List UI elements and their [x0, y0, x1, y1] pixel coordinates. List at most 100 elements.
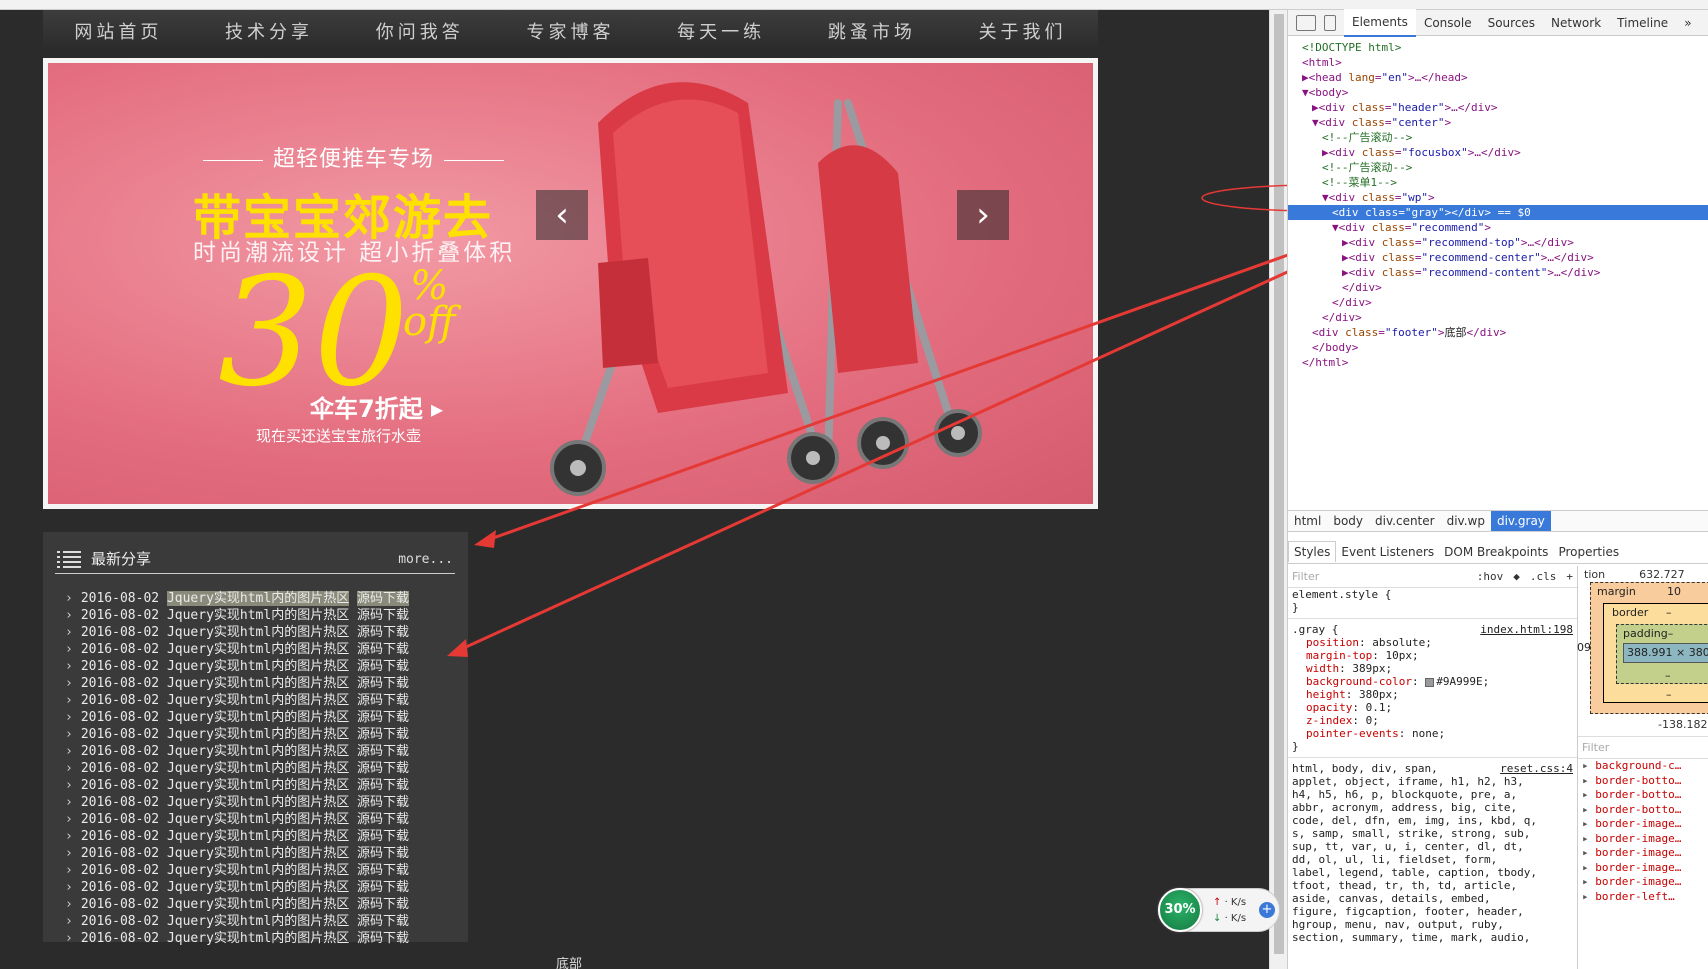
dom-node[interactable]: <div class="footer">底部</div>	[1288, 325, 1708, 340]
dom-node[interactable]: ▼<div class="wp">	[1288, 190, 1708, 205]
dom-node[interactable]: ▶<div class="recommend-center">…</div>	[1288, 250, 1708, 265]
css-prop-value[interactable]: #9A999E;	[1436, 675, 1489, 688]
css-prop-value[interactable]: 0.1;	[1366, 701, 1393, 714]
gray-rule-source-link[interactable]: index.html:198	[1480, 623, 1573, 636]
css-property[interactable]: width: 389px;	[1288, 662, 1577, 675]
css-property[interactable]: height: 380px;	[1288, 688, 1577, 701]
styles-subtab[interactable]: Properties	[1553, 542, 1624, 562]
css-property[interactable]: background-color: #9A999E;	[1288, 675, 1577, 688]
css-property[interactable]: position: absolute;	[1288, 636, 1577, 649]
item-download-link[interactable]: 源码下载	[357, 710, 409, 725]
dom-node[interactable]: <!--广告滚动-->	[1288, 160, 1708, 175]
nav-item[interactable]: 关于我们	[979, 18, 1067, 44]
item-title-link[interactable]: Jquery实现html内的图片热区	[167, 846, 349, 861]
styles-subtab[interactable]: Event Listeners	[1336, 542, 1439, 562]
css-prop-value[interactable]: 389px;	[1352, 662, 1392, 675]
styles-filter-option[interactable]: ◆	[1513, 570, 1520, 583]
css-property[interactable]: z-index: 0;	[1288, 714, 1577, 727]
item-download-link[interactable]: 源码下载	[357, 914, 409, 929]
breadcrumb-item[interactable]: div.center	[1369, 514, 1441, 528]
item-download-link[interactable]: 源码下载	[357, 591, 410, 606]
nav-item[interactable]: 技术分享	[225, 18, 313, 44]
dom-node[interactable]: </div>	[1288, 310, 1708, 325]
devtools-tab[interactable]: Console	[1416, 10, 1480, 36]
item-download-link[interactable]: 源码下载	[357, 625, 409, 640]
nav-item[interactable]: 专家博客	[526, 18, 614, 44]
item-title-link[interactable]: Jquery实现html内的图片热区	[167, 727, 349, 742]
breadcrumb-item[interactable]: html	[1288, 514, 1327, 528]
device-mode-icon[interactable]	[1324, 14, 1336, 31]
dom-node[interactable]: <!--菜单1-->	[1288, 175, 1708, 190]
item-title-link[interactable]: Jquery实现html内的图片热区	[167, 795, 349, 810]
dom-node[interactable]: ▶<div class="focusbox">…</div>	[1288, 145, 1708, 160]
styles-filter-option[interactable]: .cls	[1530, 570, 1557, 583]
item-title-link[interactable]: Jquery实现html内的图片热区	[167, 761, 349, 776]
item-download-link[interactable]: 源码下载	[357, 880, 409, 895]
item-download-link[interactable]: 源码下载	[357, 829, 409, 844]
dom-node-selected[interactable]: <div class="gray"></div> == $0	[1288, 205, 1708, 220]
plus-icon[interactable]: +	[1259, 902, 1275, 918]
item-title-link[interactable]: Jquery实现html内的图片热区	[167, 778, 349, 793]
item-title-link[interactable]: Jquery实现html内的图片热区	[167, 744, 349, 759]
computed-property[interactable]: border-image…	[1578, 861, 1708, 876]
breadcrumb-item[interactable]: div.gray	[1490, 511, 1551, 531]
dom-node[interactable]: ▼<body>	[1288, 85, 1708, 100]
styles-filter-input[interactable]: Filter	[1292, 570, 1467, 583]
item-download-link[interactable]: 源码下载	[357, 863, 409, 878]
item-download-link[interactable]: 源码下载	[357, 693, 409, 708]
devtools-tab[interactable]: Sources	[1480, 10, 1543, 36]
computed-property[interactable]: border-botto…	[1578, 788, 1708, 803]
dom-node[interactable]: </div>	[1288, 280, 1708, 295]
css-prop-value[interactable]: 10px;	[1385, 649, 1418, 662]
breadcrumb-item[interactable]: div.wp	[1441, 514, 1491, 528]
scrollbar-thumb[interactable]	[1274, 14, 1284, 954]
network-speed-widget[interactable]: 30% · K/s · K/s +	[1158, 888, 1280, 932]
reset-source-link[interactable]: reset.css:4	[1500, 762, 1573, 775]
computed-property[interactable]: background-c…	[1578, 759, 1708, 774]
dom-node[interactable]: <!DOCTYPE html>	[1288, 40, 1708, 55]
item-title-link[interactable]: Jquery实现html内的图片热区	[166, 591, 350, 606]
dom-node[interactable]: ▼<div class="center">	[1288, 115, 1708, 130]
nav-item[interactable]: 跳蚤市场	[828, 18, 916, 44]
breadcrumb-item[interactable]: body	[1327, 514, 1369, 528]
item-download-link[interactable]: 源码下载	[357, 744, 409, 759]
border-value[interactable]: –	[1666, 606, 1672, 619]
item-title-link[interactable]: Jquery实现html内的图片热区	[167, 914, 349, 929]
styles-filter-option[interactable]: :hov	[1477, 570, 1504, 583]
computed-filter-input[interactable]: Filter	[1578, 737, 1708, 759]
item-title-link[interactable]: Jquery实现html内的图片热区	[167, 710, 349, 725]
item-title-link[interactable]: Jquery实现html内的图片热区	[167, 897, 349, 912]
border-bottom-value[interactable]: –	[1666, 688, 1672, 701]
item-download-link[interactable]: 源码下载	[357, 931, 409, 946]
item-download-link[interactable]: 源码下载	[357, 812, 409, 827]
item-title-link[interactable]: Jquery实现html内的图片热区	[167, 931, 349, 946]
computed-property[interactable]: border-image…	[1578, 875, 1708, 890]
css-prop-value[interactable]: absolute;	[1372, 636, 1432, 649]
devtools-tab[interactable]: Elements	[1344, 8, 1416, 37]
banner-next-button[interactable]: ›	[957, 190, 1009, 240]
dom-node[interactable]: ▶<head lang="en">…</head>	[1288, 70, 1708, 85]
css-prop-value[interactable]: 380px;	[1359, 688, 1399, 701]
more-link[interactable]: more...	[398, 552, 453, 567]
item-title-link[interactable]: Jquery实现html内的图片热区	[167, 880, 349, 895]
css-property[interactable]: pointer-events: none;	[1288, 727, 1577, 740]
styles-filter-option[interactable]: +	[1566, 570, 1573, 583]
dom-node[interactable]: </body>	[1288, 340, 1708, 355]
dom-node[interactable]: <html>	[1288, 55, 1708, 70]
dom-node[interactable]: </div>	[1288, 295, 1708, 310]
dom-node[interactable]: </html>	[1288, 355, 1708, 370]
devtools-tab[interactable]: »	[1676, 10, 1699, 36]
item-download-link[interactable]: 源码下载	[357, 642, 409, 657]
item-title-link[interactable]: Jquery实现html内的图片热区	[167, 659, 349, 674]
css-property[interactable]: opacity: 0.1;	[1288, 701, 1577, 714]
css-prop-value[interactable]: 0;	[1366, 714, 1379, 727]
margin-value[interactable]: 10	[1667, 585, 1681, 598]
page-scrollbar[interactable]	[1269, 10, 1287, 969]
banner-prev-button[interactable]: ‹	[536, 190, 588, 240]
color-swatch-icon[interactable]	[1425, 677, 1435, 687]
devtools-tab[interactable]: Timeline	[1609, 10, 1676, 36]
styles-subtab[interactable]: Styles	[1288, 541, 1337, 562]
nav-item[interactable]: 每天一练	[677, 18, 765, 44]
item-download-link[interactable]: 源码下载	[357, 778, 409, 793]
computed-property[interactable]: border-image…	[1578, 832, 1708, 847]
